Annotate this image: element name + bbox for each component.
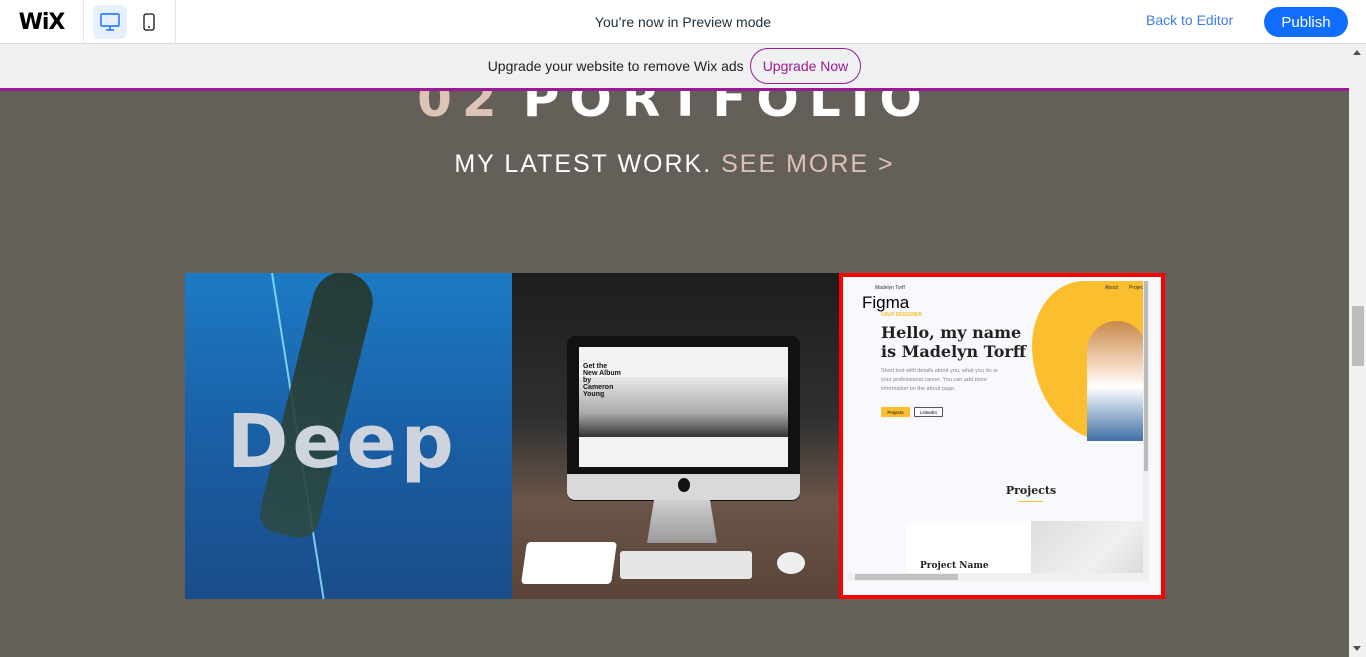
gallery-item-deep[interactable]: Deep bbox=[185, 273, 512, 599]
project-card-image bbox=[1031, 521, 1149, 581]
apple-logo-icon bbox=[678, 478, 690, 492]
scrollbar-thumb[interactable] bbox=[1352, 306, 1364, 366]
keyboard-device bbox=[620, 551, 752, 579]
deep-word: Deep bbox=[227, 399, 458, 485]
desktop-view-button[interactable] bbox=[93, 5, 127, 39]
preview-horizontal-scrollbar[interactable] bbox=[847, 573, 1149, 581]
scroll-up-arrow-icon[interactable] bbox=[1353, 50, 1361, 55]
section-subtitle: MY LATEST WORK. SEE MORE > bbox=[0, 150, 1349, 179]
page-scrollbar[interactable] bbox=[1349, 44, 1366, 657]
site-brand: Madelyn Torff bbox=[875, 285, 905, 291]
site-projects-heading: Projects bbox=[1005, 484, 1057, 497]
mouse-device bbox=[777, 552, 805, 574]
device-switcher bbox=[84, 0, 176, 44]
site-projects-button: Projects bbox=[881, 407, 910, 417]
figma-site-preview: Madelyn Torff About Projects Figma UI/UX… bbox=[847, 281, 1149, 581]
preview-vertical-scrollbar[interactable] bbox=[1143, 281, 1149, 573]
see-more-link[interactable]: SEE MORE > bbox=[721, 150, 895, 178]
album-title: Get the New Album by Cameron Young bbox=[583, 363, 621, 398]
portfolio-gallery: Deep Get the New Album by Cameron Young … bbox=[185, 273, 1165, 599]
nav-about: About bbox=[1105, 285, 1119, 291]
ad-text: Upgrade your website to remove Wix ads bbox=[487, 58, 744, 74]
site-description: Short text with details about you, what … bbox=[881, 368, 999, 392]
imac-stand bbox=[647, 500, 717, 543]
scroll-down-arrow-icon[interactable] bbox=[1353, 646, 1361, 651]
site-headline: Hello, my name is Madelyn Torff bbox=[881, 323, 1026, 361]
portrait-image bbox=[1087, 321, 1147, 441]
upgrade-now-button[interactable]: Upgrade Now bbox=[749, 48, 862, 84]
project-card: Project Name I created this personal pro… bbox=[907, 521, 1149, 581]
figma-label: Figma bbox=[862, 293, 910, 312]
preview-hscroll-thumb[interactable] bbox=[855, 574, 958, 580]
wix-ad-banner: Upgrade your website to remove Wix ads U… bbox=[0, 44, 1349, 91]
mobile-view-button[interactable] bbox=[132, 5, 166, 39]
tablet-device bbox=[521, 542, 617, 584]
projects-underline bbox=[1019, 501, 1043, 502]
desktop-icon bbox=[100, 13, 120, 31]
project-card-title: Project Name bbox=[920, 561, 989, 571]
imac-screen: Get the New Album by Cameron Young bbox=[579, 347, 788, 467]
site-linkedin-button: LinkedIn bbox=[914, 407, 943, 417]
back-to-editor-link[interactable]: Back to Editor bbox=[1146, 12, 1233, 28]
gallery-item-imac[interactable]: Get the New Album by Cameron Young bbox=[512, 273, 839, 599]
publish-button[interactable]: Publish bbox=[1264, 7, 1348, 37]
subtitle-text: MY LATEST WORK. bbox=[454, 150, 713, 178]
wix-logo[interactable]: WiX bbox=[0, 0, 84, 44]
site-role: UI/UX DESIGNER bbox=[881, 312, 922, 318]
preview-vscroll-thumb[interactable] bbox=[1144, 281, 1148, 471]
gallery-item-figma[interactable]: Madelyn Torff About Projects Figma UI/UX… bbox=[839, 273, 1165, 599]
preview-topbar: WiX You’re now in Preview mode Back to E… bbox=[0, 0, 1366, 44]
mobile-icon bbox=[143, 13, 155, 31]
